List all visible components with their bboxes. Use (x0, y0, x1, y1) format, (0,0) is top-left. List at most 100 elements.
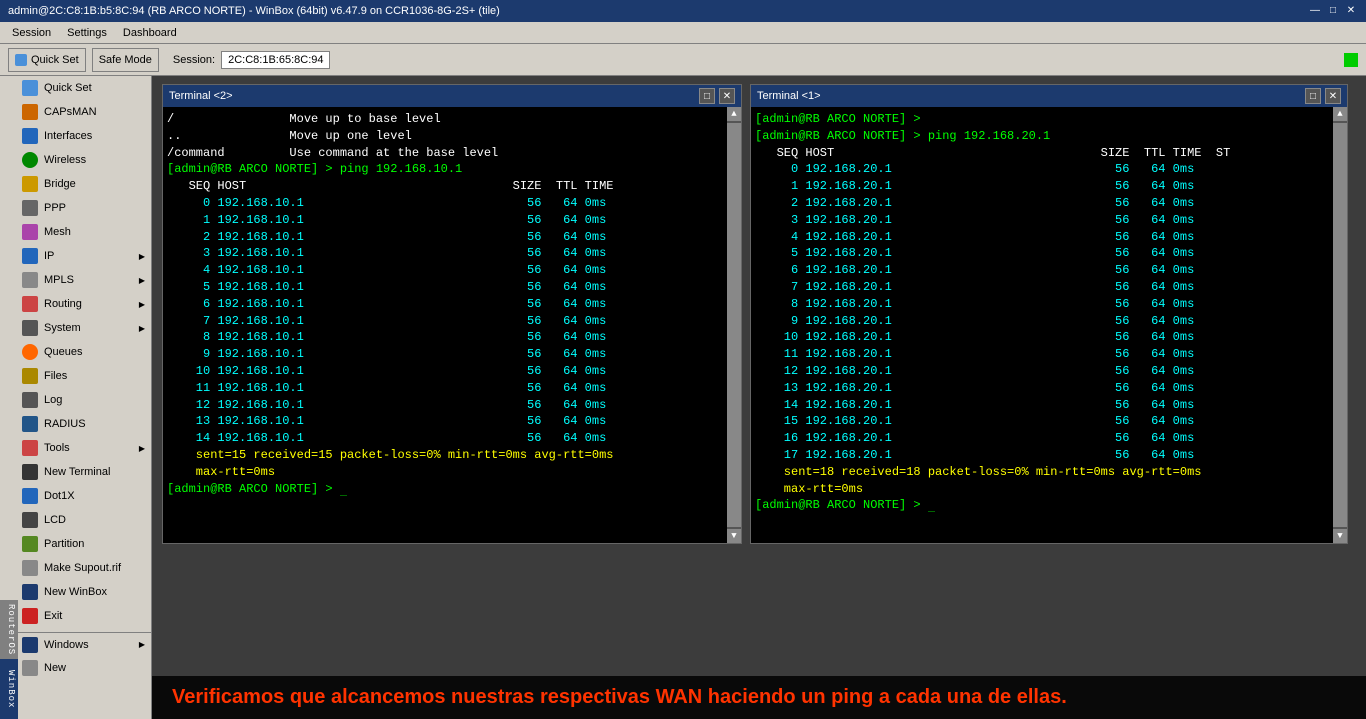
terminal-1-window: Terminal <1> □ ✕ [admin@RB ARCO NORTE] >… (750, 84, 1348, 544)
sidebar-item-windows[interactable]: Windows (0, 632, 151, 656)
sidebar-item-bridge[interactable]: Bridge (0, 172, 151, 196)
wireless-icon (22, 152, 38, 168)
quick-set-icon (15, 54, 27, 66)
mesh-icon (22, 224, 38, 240)
terminal-2-help: / Move up to base level .. Move up one l… (167, 111, 723, 497)
terminal-2-scroll-up[interactable]: ▲ (727, 107, 741, 121)
partition-icon (22, 536, 38, 552)
terminal-1-content-area: [admin@RB ARCO NORTE] > [admin@RB ARCO N… (751, 107, 1347, 543)
sidebar-item-ip[interactable]: IP (0, 244, 151, 268)
dot1x-icon (22, 488, 38, 504)
main-area: Quick Set CAPsMAN Interfaces Wireless Br… (0, 76, 1366, 719)
terminal-2-scroll-thumb[interactable] (727, 123, 741, 527)
quick-set-button[interactable]: Quick Set (8, 48, 86, 72)
terminal-1-titlebar[interactable]: Terminal <1> □ ✕ (751, 85, 1347, 107)
terminal-1-body: [admin@RB ARCO NORTE] > [admin@RB ARCO N… (751, 107, 1333, 543)
log-icon (22, 392, 38, 408)
ip-icon (22, 248, 38, 264)
files-icon (22, 368, 38, 384)
bridge-icon (22, 176, 38, 192)
menu-session[interactable]: Session (4, 25, 59, 41)
exit-icon (22, 608, 38, 624)
terminal-2-body: / Move up to base level .. Move up one l… (163, 107, 727, 543)
terminal-2-scroll-down[interactable]: ▼ (727, 529, 741, 543)
ppp-icon (22, 200, 38, 216)
safe-mode-button[interactable]: Safe Mode (92, 48, 159, 72)
titlebar-controls: — □ ✕ (1308, 4, 1358, 18)
windows-icon (22, 637, 38, 653)
sidebar-item-new-winbox[interactable]: New WinBox (0, 580, 151, 604)
terminal-2-window: Terminal <2> □ ✕ / Move up to base level… (162, 84, 742, 544)
terminal-1-scroll-thumb[interactable] (1333, 123, 1347, 527)
menu-settings[interactable]: Settings (59, 25, 115, 41)
interfaces-icon (22, 128, 38, 144)
terminal-2-controls: □ ✕ (699, 88, 735, 104)
quick-set-icon (22, 80, 38, 96)
routing-icon (22, 296, 38, 312)
menu-dashboard[interactable]: Dashboard (115, 25, 185, 41)
terminal-1-controls: □ ✕ (1305, 88, 1341, 104)
sidebar-item-files[interactable]: Files (0, 364, 151, 388)
terminal-1-scroll-up[interactable]: ▲ (1333, 107, 1347, 121)
new-winbox-icon (22, 584, 38, 600)
sidebar-item-capsman[interactable]: CAPsMAN (0, 100, 151, 124)
sidebar-item-mesh[interactable]: Mesh (0, 220, 151, 244)
sidebar-item-dot1x[interactable]: Dot1X (0, 484, 151, 508)
menubar: Session Settings Dashboard (0, 22, 1366, 44)
sidebar-item-log[interactable]: Log (0, 388, 151, 412)
terminal-2-scrollbar[interactable]: ▲ ▼ (727, 107, 741, 543)
terminal-2-maximize[interactable]: □ (699, 88, 715, 104)
queues-icon (22, 344, 38, 360)
sidebar-item-make-supout[interactable]: Make Supout.rif (0, 556, 151, 580)
sidebar: Quick Set CAPsMAN Interfaces Wireless Br… (0, 76, 152, 719)
subtitle-bar: Verificamos que alcancemos nuestras resp… (152, 676, 1366, 719)
terminal-1-scroll-down[interactable]: ▼ (1333, 529, 1347, 543)
sidebar-item-new[interactable]: New (0, 656, 151, 680)
titlebar-title: admin@2C:C8:1B:b5:8C:94 (RB ARCO NORTE) … (8, 5, 500, 17)
sidebar-item-wireless[interactable]: Wireless (0, 148, 151, 172)
system-icon (22, 320, 38, 336)
content-area: Terminal <2> □ ✕ / Move up to base level… (152, 76, 1366, 719)
mpls-icon (22, 272, 38, 288)
sidebar-item-radius[interactable]: RADIUS (0, 412, 151, 436)
tools-icon (22, 440, 38, 456)
sidebar-item-quick-set[interactable]: Quick Set (0, 76, 151, 100)
terminal-2-close[interactable]: ✕ (719, 88, 735, 104)
new-terminal-icon (22, 464, 38, 480)
radius-icon (22, 416, 38, 432)
maximize-button[interactable]: □ (1326, 4, 1340, 18)
terminal-2-titlebar[interactable]: Terminal <2> □ ✕ (163, 85, 741, 107)
terminal-2-content-area: / Move up to base level .. Move up one l… (163, 107, 741, 543)
minimize-button[interactable]: — (1308, 4, 1322, 18)
close-button[interactable]: ✕ (1344, 4, 1358, 18)
toolbar: Quick Set Safe Mode Session: 2C:C8:1B:65… (0, 44, 1366, 76)
connection-indicator (1344, 53, 1358, 67)
subtitle-text: Verificamos que alcancemos nuestras resp… (172, 686, 1067, 708)
terminal-2-title: Terminal <2> (169, 90, 233, 102)
make-supout-icon (22, 560, 38, 576)
routeros-label: RouterOS (0, 600, 18, 659)
new-icon (22, 660, 38, 676)
sidebar-item-exit[interactable]: Exit (0, 604, 151, 628)
session-value: 2C:C8:1B:65:8C:94 (221, 51, 330, 69)
terminal-1-scrollbar[interactable]: ▲ ▼ (1333, 107, 1347, 543)
sidebar-item-routing[interactable]: Routing (0, 292, 151, 316)
sidebar-item-partition[interactable]: Partition (0, 532, 151, 556)
sidebar-item-mpls[interactable]: MPLS (0, 268, 151, 292)
capsman-icon (22, 104, 38, 120)
sidebar-item-tools[interactable]: Tools (0, 436, 151, 460)
sidebar-item-queues[interactable]: Queues (0, 340, 151, 364)
terminal-1-content: [admin@RB ARCO NORTE] > [admin@RB ARCO N… (755, 111, 1329, 514)
sidebar-item-new-terminal[interactable]: New Terminal (0, 460, 151, 484)
lcd-icon (22, 512, 38, 528)
sidebar-item-ppp[interactable]: PPP (0, 196, 151, 220)
winbox-label: WinBox (0, 659, 18, 719)
sidebar-item-lcd[interactable]: LCD (0, 508, 151, 532)
terminal-1-maximize[interactable]: □ (1305, 88, 1321, 104)
sidebar-item-system[interactable]: System (0, 316, 151, 340)
titlebar: admin@2C:C8:1B:b5:8C:94 (RB ARCO NORTE) … (0, 0, 1366, 22)
sidebar-item-interfaces[interactable]: Interfaces (0, 124, 151, 148)
terminal-1-close[interactable]: ✕ (1325, 88, 1341, 104)
terminal-1-title: Terminal <1> (757, 90, 821, 102)
session-label: Session: (173, 54, 215, 66)
